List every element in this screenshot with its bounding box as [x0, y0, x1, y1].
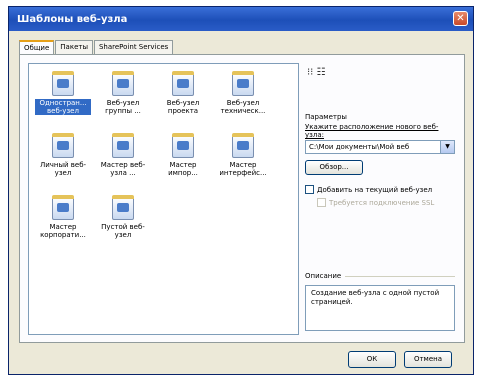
ssl-required-checkbox — [317, 198, 326, 207]
add-to-current-checkbox[interactable] — [305, 185, 314, 194]
view-mode-icons[interactable]: ⁝⁝ ☷ — [307, 67, 326, 78]
template-label: Веб-узел группы ... — [105, 99, 141, 115]
tab-strip: Общие Пакеты SharePoint Services — [19, 40, 174, 56]
template-item-interface-wizard[interactable]: Мастер интерфейс... — [215, 133, 271, 177]
template-item-project-web[interactable]: Веб-узел проекта — [155, 71, 211, 115]
template-label: Мастер импор... — [168, 161, 198, 177]
web-template-icon — [52, 133, 74, 158]
template-label: Мастер корпорати... — [40, 223, 86, 239]
template-item-team-web[interactable]: Веб-узел группы ... — [95, 71, 151, 115]
template-label: Личный веб-узел — [39, 161, 87, 177]
template-item-corporate-wizard[interactable]: Мастер корпорати... — [35, 195, 91, 239]
template-label: Веб-узел проекта — [166, 99, 200, 115]
close-icon[interactable]: ✕ — [453, 11, 468, 26]
ok-button[interactable]: ОК — [348, 351, 396, 368]
location-select[interactable]: C:\Мои документы\Мой веб ▼ — [305, 140, 455, 154]
location-label: Укажите расположение нового веб-узла: — [305, 123, 439, 139]
web-template-icon — [52, 71, 74, 96]
cancel-button[interactable]: Отмена — [404, 351, 452, 368]
web-template-icon — [112, 133, 134, 158]
template-item-tech-web[interactable]: Веб-узел техническ... — [215, 71, 271, 115]
web-template-icon — [232, 71, 254, 96]
template-item-one-page[interactable]: Одностран... веб-узел — [35, 71, 91, 115]
template-label: Одностран... веб-узел — [35, 99, 91, 115]
web-templates-dialog: Шаблоны веб-узла ✕ Общие Пакеты SharePoi… — [8, 6, 474, 375]
description-divider — [345, 276, 455, 277]
tab-panel-general: Одностран... веб-узел Веб-узел группы ..… — [19, 54, 465, 343]
web-template-icon — [112, 195, 134, 220]
template-item-web-wizard[interactable]: Мастер веб-узла ... — [95, 133, 151, 177]
template-list[interactable]: Одностран... веб-узел Веб-узел группы ..… — [28, 63, 299, 335]
title-bar[interactable]: Шаблоны веб-узла ✕ — [9, 7, 473, 31]
add-to-current-label: Добавить на текущий веб-узел — [317, 185, 433, 194]
wizard-template-icon — [172, 133, 194, 158]
chevron-down-icon[interactable]: ▼ — [440, 141, 454, 153]
options-heading: Параметры — [305, 113, 347, 121]
web-template-icon — [112, 71, 134, 96]
wizard-template-icon — [52, 195, 74, 220]
location-value: C:\Мои документы\Мой веб — [309, 143, 410, 151]
ssl-required-row: Требуется подключение SSL — [317, 198, 434, 207]
template-label: Веб-узел техническ... — [220, 99, 266, 115]
template-item-personal-web[interactable]: Личный веб-узел — [35, 133, 91, 177]
template-item-import-wizard[interactable]: Мастер импор... — [155, 133, 211, 177]
browse-button[interactable]: Обзор... — [305, 160, 363, 175]
template-label: Мастер интерфейс... — [219, 161, 267, 177]
options-panel: ⁝⁝ ☷ Параметры Укажите расположение ново… — [305, 63, 457, 335]
ssl-required-label: Требуется подключение SSL — [329, 198, 435, 207]
add-to-current-web-row[interactable]: Добавить на текущий веб-узел — [305, 185, 432, 194]
tab-packages[interactable]: Пакеты — [55, 40, 93, 54]
description-text: Создание веб-узла с одной пустой страниц… — [311, 289, 440, 306]
description-box: Создание веб-узла с одной пустой страниц… — [305, 285, 455, 331]
window-title: Шаблоны веб-узла — [17, 13, 128, 25]
wizard-template-icon — [232, 133, 254, 158]
template-item-empty-web[interactable]: Пустой веб-узел — [95, 195, 151, 239]
tab-sharepoint-services[interactable]: SharePoint Services — [93, 40, 174, 54]
web-template-icon — [172, 71, 194, 96]
description-heading: Описание — [305, 272, 342, 280]
template-label: Мастер веб-узла ... — [100, 161, 146, 177]
template-label: Пустой веб-узел — [101, 223, 145, 239]
